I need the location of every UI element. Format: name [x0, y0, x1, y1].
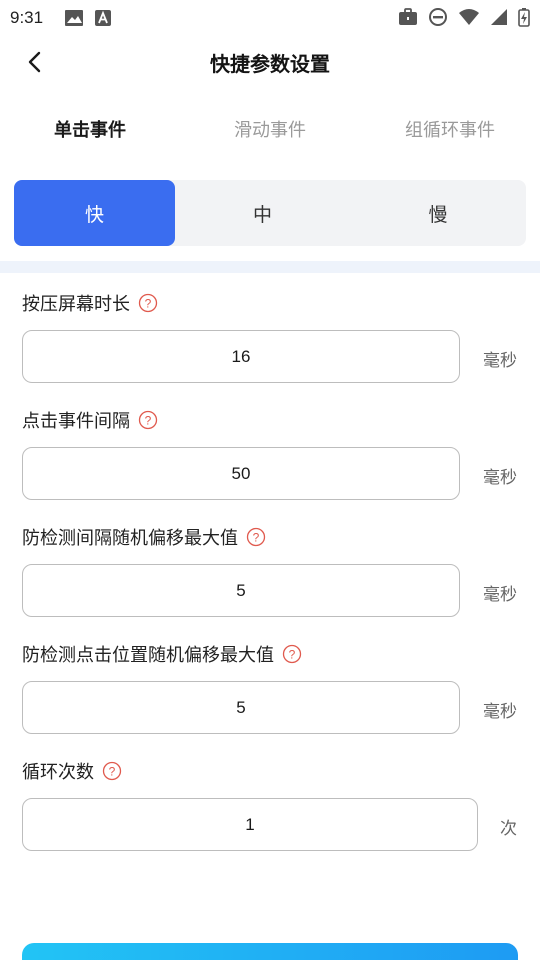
position-offset-input[interactable]	[22, 681, 460, 734]
interval-offset-input[interactable]	[22, 564, 460, 617]
speed-option-medium[interactable]: 中	[175, 180, 350, 246]
loop-count-input[interactable]	[22, 798, 478, 851]
svg-text:?: ?	[145, 297, 152, 311]
field-label-text: 防检测间隔随机偏移最大值	[22, 528, 238, 549]
tab-swipe-event[interactable]: 滑动事件	[180, 116, 360, 142]
press-duration-unit: 毫秒	[483, 351, 517, 371]
status-bar: 9:31	[0, 0, 540, 36]
press-duration-input[interactable]	[22, 330, 460, 383]
do-not-disturb-icon	[429, 8, 447, 26]
help-icon[interactable]: ?	[138, 293, 158, 313]
click-interval-label: 点击事件间隔 ?	[22, 407, 158, 433]
field-label-text: 防检测点击位置随机偏移最大值	[22, 645, 274, 666]
briefcase-icon	[399, 8, 417, 25]
press-duration-label: 按压屏幕时长 ?	[22, 290, 158, 316]
svg-text:?: ?	[109, 765, 116, 779]
svg-text:?: ?	[253, 531, 260, 545]
field-label-text: 循环次数	[22, 762, 94, 783]
app-bar: 快捷参数设置	[0, 36, 540, 88]
status-time: 9:31	[10, 8, 44, 27]
tab-group-loop-event[interactable]: 组循环事件	[360, 116, 540, 142]
position-offset-label: 防检测点击位置随机偏移最大值 ?	[22, 641, 302, 667]
event-tabs: 单击事件 滑动事件 组循环事件	[0, 110, 540, 150]
confirm-button[interactable]	[22, 943, 518, 960]
loop-count-label: 循环次数 ?	[22, 758, 122, 784]
accessibility-a-icon	[95, 10, 111, 26]
help-icon[interactable]: ?	[102, 761, 122, 781]
field-label-text: 点击事件间隔	[22, 411, 130, 432]
tab-click-event[interactable]: 单击事件	[0, 116, 180, 142]
loop-count-unit: 次	[500, 819, 517, 839]
help-icon[interactable]: ?	[246, 527, 266, 547]
speed-option-slow[interactable]: 慢	[350, 180, 526, 246]
svg-text:?: ?	[289, 648, 296, 662]
interval-offset-unit: 毫秒	[483, 585, 517, 605]
help-icon[interactable]: ?	[138, 410, 158, 430]
position-offset-unit: 毫秒	[483, 702, 517, 722]
signal-icon	[491, 9, 507, 25]
click-interval-input[interactable]	[22, 447, 460, 500]
svg-text:?: ?	[145, 414, 152, 428]
battery-charging-icon	[518, 8, 530, 27]
wifi-icon	[459, 9, 479, 25]
image-icon	[65, 10, 83, 26]
interval-offset-label: 防检测间隔随机偏移最大值 ?	[22, 524, 266, 550]
speed-option-fast[interactable]: 快	[14, 180, 175, 246]
section-divider	[0, 261, 540, 273]
click-interval-unit: 毫秒	[483, 468, 517, 488]
page-title: 快捷参数设置	[210, 52, 330, 76]
field-label-text: 按压屏幕时长	[22, 294, 130, 315]
help-icon[interactable]: ?	[282, 644, 302, 664]
speed-selector: 快 中 慢	[14, 180, 526, 246]
